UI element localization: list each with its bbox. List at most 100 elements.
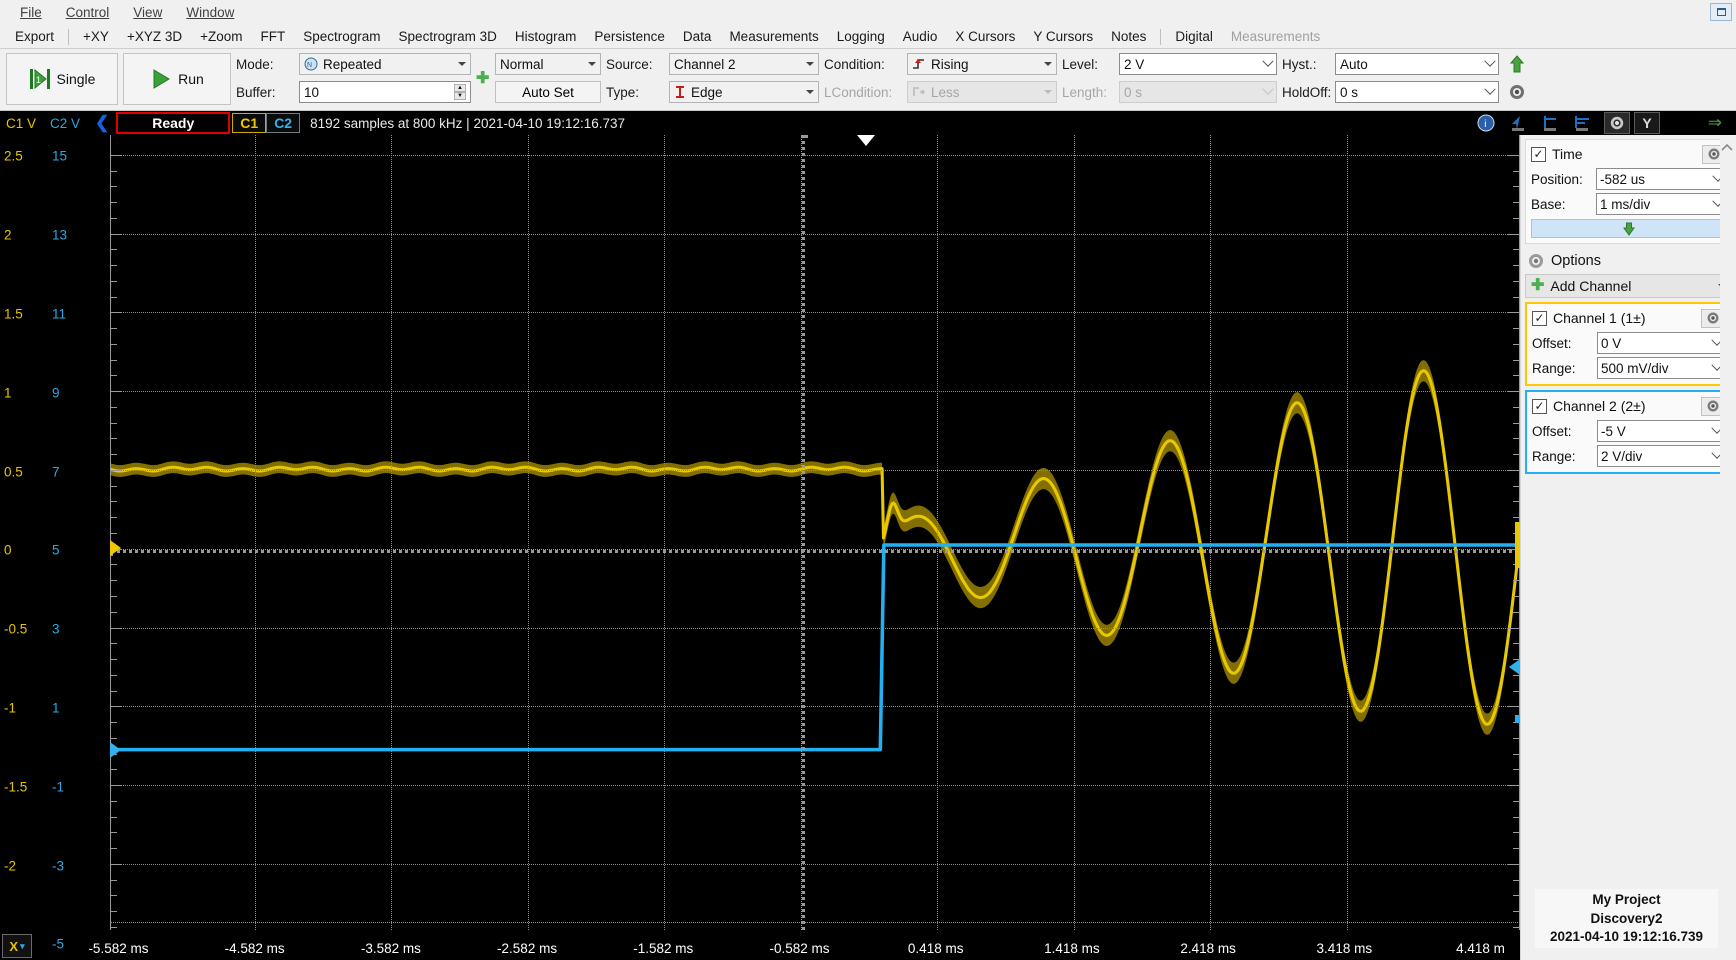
y-ruler-tick [110,737,117,739]
back-arrow-icon[interactable]: ❮ [88,113,116,133]
chevron-down-icon[interactable] [806,90,814,94]
trigger-type-select[interactable]: Edge [669,81,819,103]
x-tick: 4.418 m [1456,941,1505,956]
y-tick-ch1: -0.5 [4,621,28,637]
options-row[interactable]: Options [1525,248,1732,274]
chevron-down-icon[interactable] [1484,55,1496,67]
toolbar-item-persistence[interactable]: Persistence [585,28,674,45]
channel2-offset-input[interactable]: -5 V [1597,420,1725,442]
time-base-input[interactable]: 1 ms/div [1596,193,1726,215]
trigger-hyst-input[interactable]: Auto [1335,53,1499,75]
toolbar-item--xyz-3d[interactable]: +XYZ 3D [118,28,191,45]
toolbar-item-data[interactable]: Data [674,28,721,45]
y-ruler-tick [1508,863,1520,865]
channel2-chip[interactable]: C2 [266,113,301,133]
toolbar-item-fft[interactable]: FFT [252,28,295,45]
stepper-down-icon[interactable]: ▼ [454,92,466,100]
status-badge: Ready [116,112,231,134]
y-ruler-tick [1508,233,1520,235]
buffer-stepper[interactable]: ▲ ▼ [454,84,466,100]
right-align-icon[interactable] [1572,114,1592,132]
chevron-down-icon[interactable] [1044,62,1052,66]
channel1-range-input[interactable]: 500 mV/div [1597,357,1725,379]
time-position-input[interactable]: -582 us [1596,168,1726,190]
menu-item-file[interactable]: File [8,3,54,22]
level-marker[interactable] [110,539,121,556]
chevron-down-icon[interactable] [588,62,596,66]
y-ruler-tick [1513,596,1520,597]
toolbar-item-spectrogram[interactable]: Spectrogram [294,28,389,45]
toolbar-item-export[interactable]: Export [6,28,63,45]
channel1-enable-checkbox[interactable]: ✓ [1532,310,1547,326]
info-icon[interactable]: i [1476,114,1496,132]
scope-status-bar: C1 V C2 V ❮ Ready C1 C2 8192 samples at … [0,111,1736,135]
y-ruler-tick [1513,879,1520,881]
x-axis-button[interactable]: X ▾ [2,934,32,958]
trigger-condition-select[interactable]: Rising [907,53,1057,75]
y-ruler-tick [1508,627,1520,629]
time-position-label: Position: [1531,171,1583,187]
trigger-position-marker[interactable] [857,135,876,146]
toolbar-item--xy[interactable]: +XY [74,28,118,45]
add-channel-button[interactable]: ✚ Add Channel [1525,274,1732,298]
channel1-chip[interactable]: C1 [232,113,267,133]
time-enable-checkbox[interactable]: ✓ [1531,146,1546,162]
trigger-length-value: 0 s [1124,84,1143,100]
green-right-arrow-icon[interactable]: ⇒ [1708,113,1722,133]
trigger-normal-select[interactable]: Normal [495,53,601,75]
level-marker[interactable] [1509,659,1520,676]
toolbar-item-audio[interactable]: Audio [894,28,947,45]
time-expand-button[interactable] [1531,219,1726,238]
menu-item-window[interactable]: Window [174,3,246,22]
grid-line-horizontal [110,785,1520,787]
channel1-offset-input[interactable]: 0 V [1597,332,1725,354]
y-tick-ch1: -1 [4,700,17,716]
channel2-enable-checkbox[interactable]: ✓ [1532,398,1547,414]
stepper-up-icon[interactable]: ▲ [454,84,466,92]
run-button[interactable]: Run [123,53,231,105]
y-ruler-tick [1513,926,1520,928]
sidebar-scrollbar[interactable] [1720,137,1736,958]
buffer-input[interactable]: 10 ▲ ▼ [299,81,471,103]
scope-plot[interactable]: 2.521.510.50-0.5-1-1.5-2-2.515131197531-… [0,135,1520,960]
plot-grid[interactable] [110,135,1520,960]
menu-item-control[interactable]: Control [54,3,122,22]
toolbar-item--zoom[interactable]: +Zoom [191,28,251,45]
add-buffer-icon[interactable]: ✚ [476,71,490,87]
window-restore-button[interactable] [1710,3,1732,21]
scroll-up-icon[interactable] [1720,141,1734,155]
chevron-down-icon[interactable] [806,62,814,66]
auto-set-button[interactable]: Auto Set [495,81,601,103]
trigger-holdoff-input[interactable]: 0 s [1335,81,1499,103]
export-up-button[interactable] [1504,53,1530,75]
trigger-source-select[interactable]: Channel 2 [669,53,819,75]
toolbar-item-logging[interactable]: Logging [828,28,894,45]
toolbar-item-spectrogram-3d[interactable]: Spectrogram 3D [390,28,506,45]
trigger-source-value: Channel 2 [674,56,736,72]
trigger-level-input[interactable]: 2 V [1119,53,1277,75]
toolbar-item-measurements[interactable]: Measurements [720,28,827,45]
menu-item-view[interactable]: View [121,3,174,22]
y-axis-button[interactable]: Y [1634,112,1660,134]
menu-item-file-label: File [20,5,42,20]
toolbar-item-notes[interactable]: Notes [1102,28,1155,45]
grid-line-horizontal [110,391,1520,393]
toolbar-item-histogram[interactable]: Histogram [506,28,586,45]
chevron-down-icon[interactable] [458,62,466,66]
left-align-icon[interactable] [1540,114,1560,132]
plot-settings-button[interactable] [1604,112,1630,134]
trigger-settings-button[interactable] [1504,81,1530,103]
cursor-arrow-icon[interactable] [1508,114,1528,132]
channel2-range-input[interactable]: 2 V/div [1597,445,1725,467]
x-tick: -1.582 ms [633,941,694,956]
chevron-down-icon[interactable] [1262,55,1274,67]
mode-select[interactable]: N Repeated [299,53,471,75]
grid-line-vertical [1210,135,1212,960]
toolbar-item-y-cursors[interactable]: Y Cursors [1024,28,1102,45]
green-up-arrow-icon [1510,55,1524,73]
toolbar-item-digital[interactable]: Digital [1166,28,1222,45]
single-button[interactable]: 1 Single [6,53,118,105]
toolbar-item-x-cursors[interactable]: X Cursors [946,28,1024,45]
level-marker[interactable] [110,742,121,759]
chevron-down-icon[interactable] [1484,83,1496,95]
